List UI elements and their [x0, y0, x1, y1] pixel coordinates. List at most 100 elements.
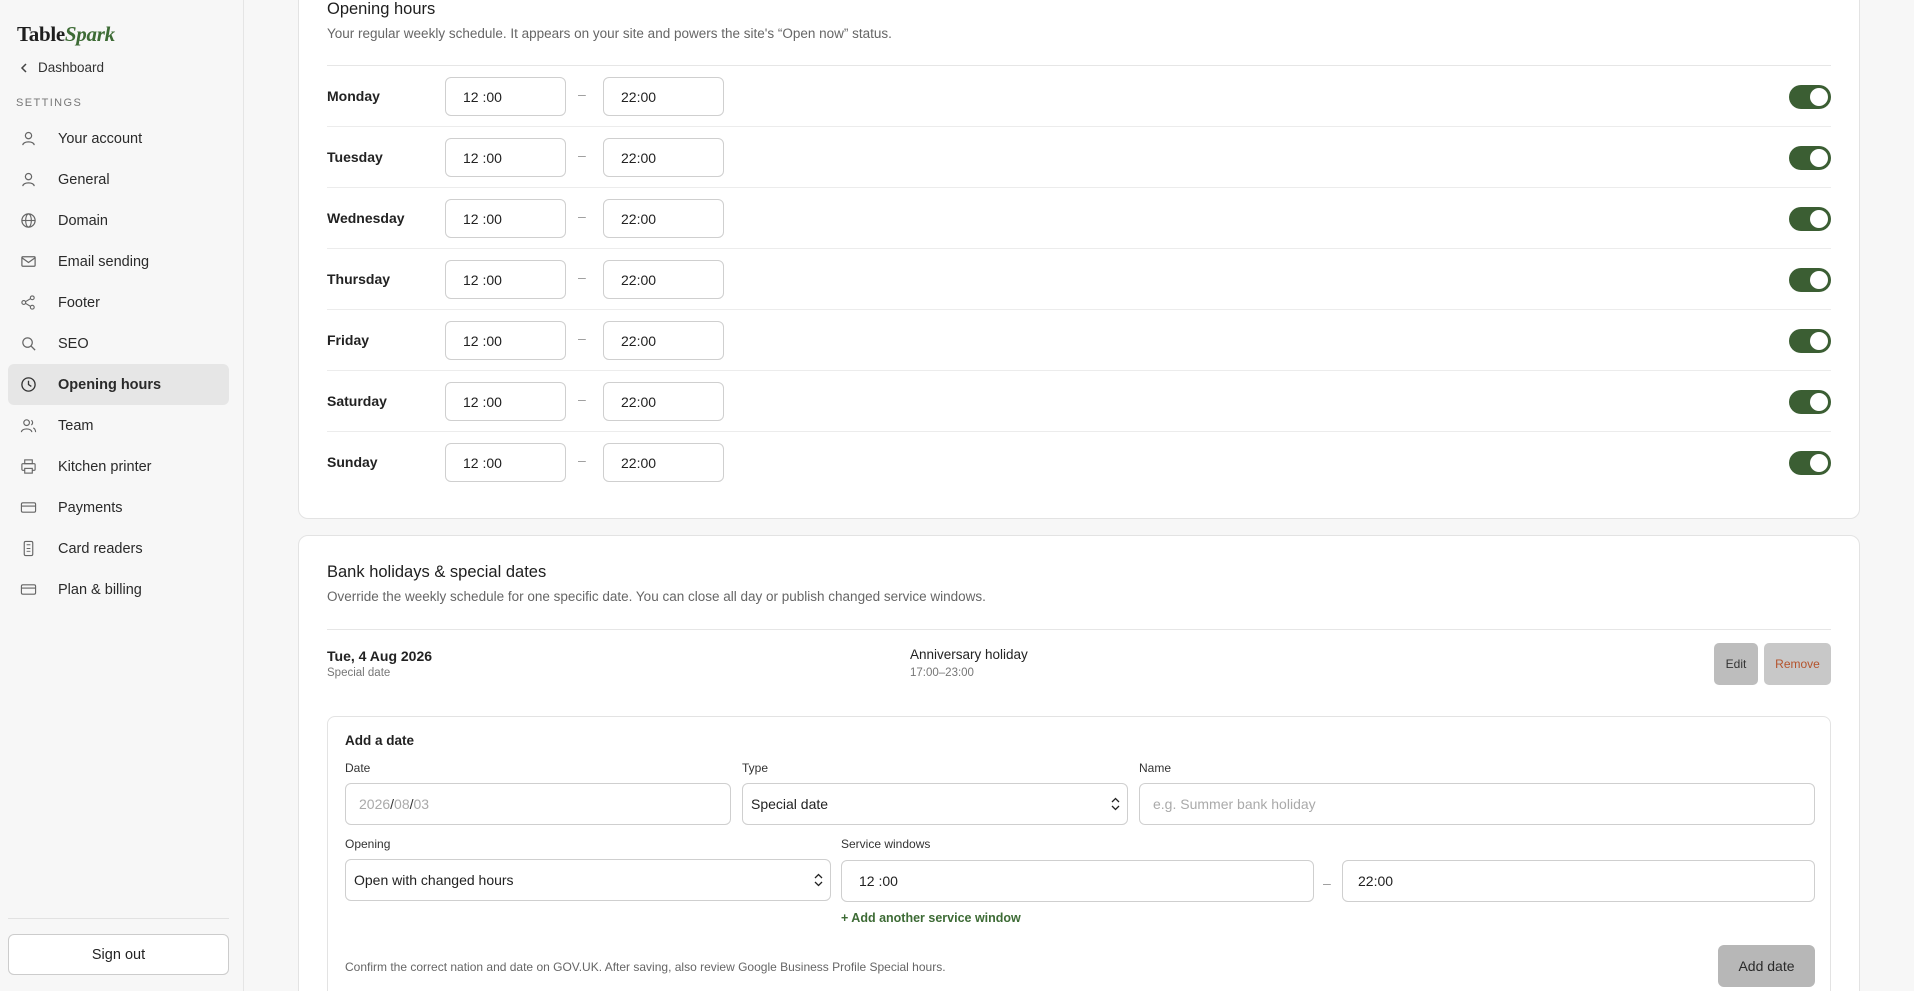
settings-heading: SETTINGS	[16, 97, 83, 109]
day-enabled-toggle[interactable]	[1789, 390, 1831, 414]
special-date-entry-date: Tue, 4 Aug 2026	[327, 648, 433, 664]
day-enabled-toggle[interactable]	[1789, 146, 1831, 170]
chevron-left-icon	[20, 62, 27, 73]
back-to-dashboard-link[interactable]: Dashboard	[18, 60, 104, 75]
add-service-window-link[interactable]: + Add another service window	[841, 911, 1021, 925]
type-select-value: Special date	[751, 796, 829, 812]
special-dates-description: Override the weekly schedule for one spe…	[327, 589, 986, 604]
sidebar-item-payments[interactable]: Payments	[8, 487, 229, 528]
sidebar-item-footer[interactable]: Footer	[8, 282, 229, 323]
type-select[interactable]: Special date	[742, 783, 1128, 825]
sidebar-item-label: Payments	[58, 499, 123, 516]
open-time-input[interactable]: 12 :00	[445, 382, 566, 421]
special-date-entry-name: Anniversary holiday	[910, 647, 1028, 662]
time-separator: –	[578, 86, 586, 102]
name-input[interactable]: e.g. Summer bank holiday	[1139, 783, 1815, 825]
opening-select[interactable]: Open with changed hours	[345, 859, 831, 901]
close-time-input[interactable]: 22:00	[603, 443, 724, 482]
close-time-input[interactable]: 22:00	[603, 260, 724, 299]
day-enabled-toggle[interactable]	[1789, 268, 1831, 292]
close-time-input[interactable]: 22:00	[603, 138, 724, 177]
sidebar-item-label: Plan & billing	[58, 581, 142, 598]
app-logo[interactable]: TableSpark	[17, 22, 115, 47]
sidebar-item-label: Opening hours	[58, 376, 162, 393]
day-enabled-toggle[interactable]	[1789, 207, 1831, 231]
special-dates-title: Bank holidays & special dates	[327, 563, 547, 581]
card-reader-icon	[19, 540, 37, 558]
special-date-entry-type: Special date	[327, 667, 391, 679]
day-enabled-toggle[interactable]	[1789, 329, 1831, 353]
share-icon	[19, 294, 37, 312]
time-separator: –	[578, 147, 586, 163]
day-enabled-toggle[interactable]	[1789, 451, 1831, 475]
edit-button[interactable]: Edit	[1714, 643, 1758, 685]
open-time-input[interactable]: 12 :00	[445, 138, 566, 177]
time-separator: –	[1323, 875, 1331, 891]
search-icon	[19, 335, 37, 353]
close-time-input[interactable]: 22:00	[603, 77, 724, 116]
day-label: Thursday	[327, 271, 391, 287]
sign-out-button[interactable]: Sign out	[8, 934, 229, 975]
opening-hours-card: Opening hours Your regular weekly schedu…	[298, 0, 1860, 519]
logo-text-part2: Spark	[64, 22, 115, 46]
special-dates-card: Bank holidays & special dates Override t…	[298, 535, 1860, 991]
day-label: Sunday	[327, 454, 378, 470]
sidebar-item-your-account[interactable]: Your account	[8, 118, 229, 159]
sidebar-divider	[8, 918, 229, 919]
service-window-open-input[interactable]: 12 :00	[841, 860, 1314, 902]
add-date-button[interactable]: Add date	[1718, 945, 1815, 987]
remove-button[interactable]: Remove	[1764, 643, 1831, 685]
time-separator: –	[578, 452, 586, 468]
day-row-thursday: Thursday 12 :00 – 22:00	[327, 249, 1831, 310]
day-label: Wednesday	[327, 210, 405, 226]
sidebar-item-label: Card readers	[58, 540, 143, 557]
opening-hours-title: Opening hours	[327, 0, 436, 18]
help-text: Confirm the correct nation and date on G…	[345, 960, 946, 974]
date-label: Date	[345, 761, 371, 775]
day-row-friday: Friday 12 :00 – 22:00	[327, 310, 1831, 371]
globe-icon	[19, 212, 37, 230]
sidebar-item-general[interactable]: General	[8, 159, 229, 200]
sidebar-item-domain[interactable]: Domain	[8, 200, 229, 241]
printer-icon	[19, 458, 37, 476]
sidebar-item-opening-hours[interactable]: Opening hours	[8, 364, 229, 405]
sidebar-item-kitchen-printer[interactable]: Kitchen printer	[8, 446, 229, 487]
open-time-input[interactable]: 12 :00	[445, 321, 566, 360]
day-label: Tuesday	[327, 149, 383, 165]
sidebar-item-label: SEO	[58, 335, 89, 352]
select-arrows-icon	[814, 873, 823, 887]
credit-card-icon	[19, 581, 37, 599]
open-time-input[interactable]: 12 :00	[445, 77, 566, 116]
sidebar-item-plan-billing[interactable]: Plan & billing	[8, 569, 229, 610]
add-date-title: Add a date	[345, 733, 415, 748]
date-field[interactable]: 2026/08/03	[345, 783, 731, 825]
opening-select-value: Open with changed hours	[354, 872, 514, 888]
user-icon	[19, 130, 37, 148]
users-icon	[19, 417, 37, 435]
close-time-input[interactable]: 22:00	[603, 382, 724, 421]
day-label: Friday	[327, 332, 370, 348]
service-window-close-input[interactable]: 22:00	[1342, 860, 1815, 902]
day-row-monday: Monday 12 :00 – 22:00	[327, 66, 1831, 127]
open-time-input[interactable]: 12 :00	[445, 260, 566, 299]
day-label: Monday	[327, 88, 380, 104]
service-windows-label: Service windows	[841, 837, 931, 851]
sidebar-item-label: Your account	[58, 130, 143, 147]
close-time-input[interactable]: 22:00	[603, 199, 724, 238]
day-row-wednesday: Wednesday 12 :00 – 22:00	[327, 188, 1831, 249]
open-time-input[interactable]: 12 :00	[445, 199, 566, 238]
day-label: Saturday	[327, 393, 387, 409]
close-time-input[interactable]: 22:00	[603, 321, 724, 360]
sidebar-item-label: Domain	[58, 212, 108, 229]
day-enabled-toggle[interactable]	[1789, 85, 1831, 109]
sidebar-item-team[interactable]: Team	[8, 405, 229, 446]
sidebar-item-card-readers[interactable]: Card readers	[8, 528, 229, 569]
sidebar-item-label: Email sending	[58, 253, 150, 270]
sidebar-item-label: General	[58, 171, 110, 188]
sidebar-item-label: Kitchen printer	[58, 458, 152, 475]
section-divider	[327, 629, 1831, 630]
sidebar-item-seo[interactable]: SEO	[8, 323, 229, 364]
clock-icon	[19, 376, 37, 394]
open-time-input[interactable]: 12 :00	[445, 443, 566, 482]
sidebar-item-email-sending[interactable]: Email sending	[8, 241, 229, 282]
